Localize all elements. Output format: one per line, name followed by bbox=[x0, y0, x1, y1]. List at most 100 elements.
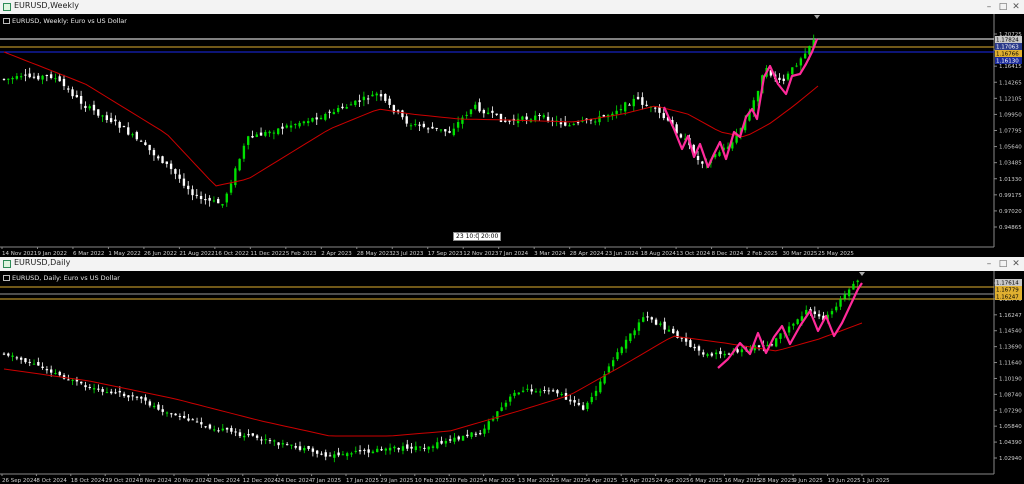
candle-body bbox=[778, 77, 781, 80]
candle-body bbox=[264, 439, 267, 441]
candle-body bbox=[157, 404, 160, 410]
candle-body bbox=[41, 75, 44, 80]
candle-body bbox=[199, 195, 203, 200]
candle-body bbox=[298, 122, 301, 127]
candle-body bbox=[105, 115, 108, 121]
candle-body bbox=[779, 333, 782, 339]
daily-chart-canvas[interactable]: EURUSD, Daily: Euro vs US Dollar 1.17614… bbox=[0, 271, 1024, 484]
candle-body bbox=[178, 415, 182, 417]
candle-body bbox=[371, 451, 375, 454]
candle-body bbox=[92, 388, 96, 390]
candle-body bbox=[24, 74, 27, 76]
candle-body bbox=[516, 118, 520, 124]
candle-body bbox=[251, 136, 254, 138]
candle-body bbox=[7, 353, 10, 356]
chart-window-icon bbox=[3, 260, 11, 268]
price-tick-label: 1.07795 bbox=[999, 129, 1022, 135]
candle-body bbox=[594, 121, 597, 123]
candle-body bbox=[19, 357, 23, 360]
price-marker-label: 1.16247 bbox=[996, 295, 1019, 301]
candle-body bbox=[358, 450, 362, 452]
candle-body bbox=[384, 93, 387, 101]
candle-body bbox=[654, 107, 657, 109]
candle-body bbox=[2, 353, 6, 355]
price-marker-label: 1.16766 bbox=[996, 52, 1019, 58]
candle-body bbox=[418, 124, 421, 126]
candle-body bbox=[786, 73, 790, 80]
candle-body bbox=[234, 431, 237, 433]
maximize-button[interactable]: □ bbox=[996, 257, 1010, 271]
candle-body bbox=[354, 100, 357, 106]
candle-body bbox=[612, 360, 615, 367]
candle-body bbox=[281, 126, 284, 129]
price-tick-label: 1.10190 bbox=[999, 376, 1022, 382]
maximize-button[interactable]: □ bbox=[996, 0, 1010, 14]
price-tick-label: 1.14540 bbox=[999, 329, 1022, 335]
candle-body bbox=[307, 446, 310, 450]
candle-body bbox=[397, 448, 400, 450]
candle-body bbox=[307, 121, 310, 124]
candle-body bbox=[431, 126, 434, 129]
weekly-chart-canvas[interactable]: EURUSD, Weekly: Euro vs US Dollar 1.2072… bbox=[0, 14, 1024, 257]
time-tick-label: 15 Apr 2025 bbox=[621, 478, 656, 484]
candle-body bbox=[517, 392, 520, 395]
time-tick-label: 8 Nov 2024 bbox=[140, 478, 172, 484]
candle-body bbox=[178, 174, 181, 179]
minimize-button[interactable]: – bbox=[982, 257, 996, 271]
candle-body bbox=[169, 163, 173, 169]
candle-body bbox=[122, 393, 126, 397]
candle-body bbox=[161, 409, 164, 412]
candle-body bbox=[679, 134, 683, 138]
candle-body bbox=[144, 142, 147, 146]
candle-body bbox=[521, 390, 525, 392]
candle-body bbox=[633, 330, 636, 336]
candle-body bbox=[367, 449, 370, 453]
candle-body bbox=[590, 396, 593, 403]
close-button[interactable]: ✕ bbox=[1009, 0, 1023, 14]
weekly-svg: 1.207251.185701.164151.142651.121051.099… bbox=[0, 14, 1022, 257]
weekly-titlebar[interactable]: EURUSD,Weekly – □ ✕ bbox=[0, 0, 1024, 15]
price-tick-label: 1.03485 bbox=[999, 161, 1022, 167]
candle-body bbox=[645, 104, 648, 107]
candle-body bbox=[332, 112, 336, 115]
time-tick-label: 25 Mar 2025 bbox=[552, 478, 587, 484]
candle-body bbox=[581, 405, 585, 410]
chart-window-icon bbox=[3, 3, 11, 11]
time-tick-label: 1 Jul 2025 bbox=[862, 478, 890, 484]
candle-body bbox=[290, 444, 293, 446]
candle-body bbox=[19, 76, 23, 78]
candle-body bbox=[366, 98, 370, 100]
candle-body bbox=[379, 94, 383, 97]
candle-body bbox=[615, 110, 618, 115]
candle-body bbox=[114, 392, 117, 394]
candle-body bbox=[320, 453, 323, 455]
candle-body bbox=[88, 387, 91, 389]
candle-body bbox=[32, 363, 36, 365]
candle-body bbox=[127, 395, 130, 398]
close-button[interactable]: ✕ bbox=[1009, 257, 1023, 271]
candle-body bbox=[165, 161, 168, 164]
candle-body bbox=[127, 127, 130, 135]
candle-body bbox=[542, 115, 545, 118]
candle-body bbox=[483, 428, 486, 434]
time-tick-label: 6 May 2025 bbox=[690, 478, 723, 484]
moving-average-line bbox=[3, 322, 863, 437]
candle-body bbox=[689, 340, 692, 348]
candle-body bbox=[736, 349, 739, 353]
candle-body bbox=[174, 169, 177, 174]
candle-body bbox=[118, 391, 122, 393]
daily-titlebar[interactable]: EURUSD,Daily – □ ✕ bbox=[0, 257, 1024, 272]
time-tick-label: 24 Dec 2024 bbox=[277, 478, 313, 484]
candle-body bbox=[315, 450, 319, 454]
candle-body bbox=[719, 351, 722, 355]
minimize-button[interactable]: – bbox=[982, 0, 996, 14]
candle-body bbox=[702, 352, 705, 355]
candle-body bbox=[509, 396, 512, 402]
candle-body bbox=[238, 432, 242, 437]
price-tick-label: 1.14265 bbox=[999, 80, 1022, 86]
candle-body bbox=[315, 117, 318, 120]
candle-body bbox=[303, 447, 306, 451]
candle-body bbox=[718, 152, 721, 156]
candle-body bbox=[526, 388, 529, 390]
candle-body bbox=[710, 353, 714, 356]
